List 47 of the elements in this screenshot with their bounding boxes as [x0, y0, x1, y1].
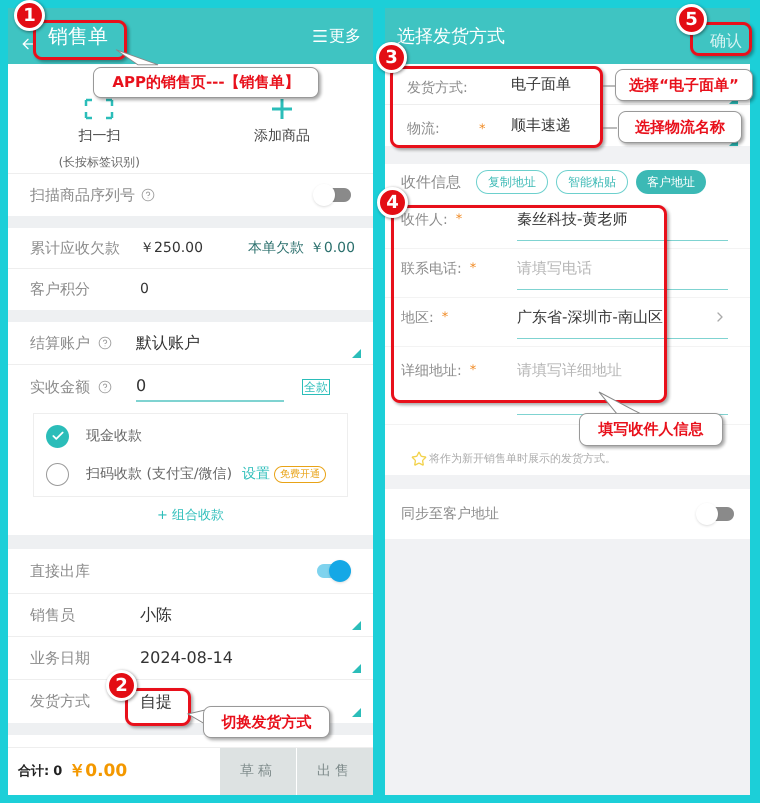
field-label: 销售员	[30, 604, 76, 626]
free-badge: 免费开通	[274, 466, 326, 482]
field-label: 结算账户	[30, 332, 90, 354]
action-label[interactable]: 扫一扫	[78, 126, 120, 147]
total-label: 合计:	[18, 762, 50, 781]
callout: 选择“电子面单”	[615, 69, 753, 101]
required-mark: *	[470, 362, 478, 380]
required-mark: *	[456, 211, 464, 229]
field-label: 物流:	[407, 120, 441, 139]
field-label: 发货方式	[30, 691, 91, 712]
required-mark: *	[479, 120, 486, 139]
field-label: 业务日期	[30, 648, 91, 669]
field-label: 累计应收欠款	[30, 238, 121, 259]
total-count: 0	[53, 762, 62, 781]
field-label: 同步至客户地址	[401, 504, 499, 524]
action-hint: (长按标签识别)	[58, 154, 140, 171]
field-label: 地区:	[401, 309, 434, 328]
field-label: 实收金额	[30, 376, 90, 398]
field-value[interactable]: 自提	[140, 690, 172, 714]
field-value: ￥250.00	[140, 238, 203, 258]
field-value[interactable]: 小陈	[140, 603, 172, 627]
required-mark: *	[442, 309, 450, 327]
field-label: 联系电话:	[401, 260, 462, 279]
field-value[interactable]: 2024-08-14	[140, 646, 233, 670]
step-badge: 1	[14, 0, 45, 31]
region-picker[interactable]: 广东省-深圳市-南山区	[517, 306, 728, 339]
field-label: 扫描商品序列号	[30, 184, 135, 206]
action-label[interactable]: 添加商品	[254, 126, 310, 147]
order-debt-value: ￥0.00	[310, 238, 355, 258]
amount-input[interactable]: 0	[136, 372, 284, 402]
callout: 选择物流名称	[618, 111, 742, 143]
payment-option-label[interactable]: 现金收款	[86, 426, 142, 446]
field-value[interactable]: 顺丰速递	[511, 114, 571, 137]
order-debt-label: 本单欠款	[248, 238, 304, 258]
field-label: 直接出库	[30, 560, 91, 582]
total-amount: ￥0.00	[68, 760, 128, 783]
field-value[interactable]: 默认账户	[136, 331, 200, 355]
field-label: 详细地址:	[401, 362, 462, 381]
field-label: 发货方式:	[407, 78, 469, 98]
input-field[interactable]: 秦丝科技-黄老师	[517, 208, 728, 241]
required-mark: *	[470, 260, 478, 278]
page-title: 销售单	[48, 23, 108, 50]
field-label: 客户积分	[30, 279, 91, 300]
payment-option-label[interactable]: 扫码收款 (支付宝/微信)	[86, 464, 232, 484]
default-note: 将作为新开销售单时展示的发货方式。	[429, 450, 616, 467]
field-value[interactable]: 电子面单	[511, 72, 571, 96]
field-value: 0	[140, 280, 149, 299]
